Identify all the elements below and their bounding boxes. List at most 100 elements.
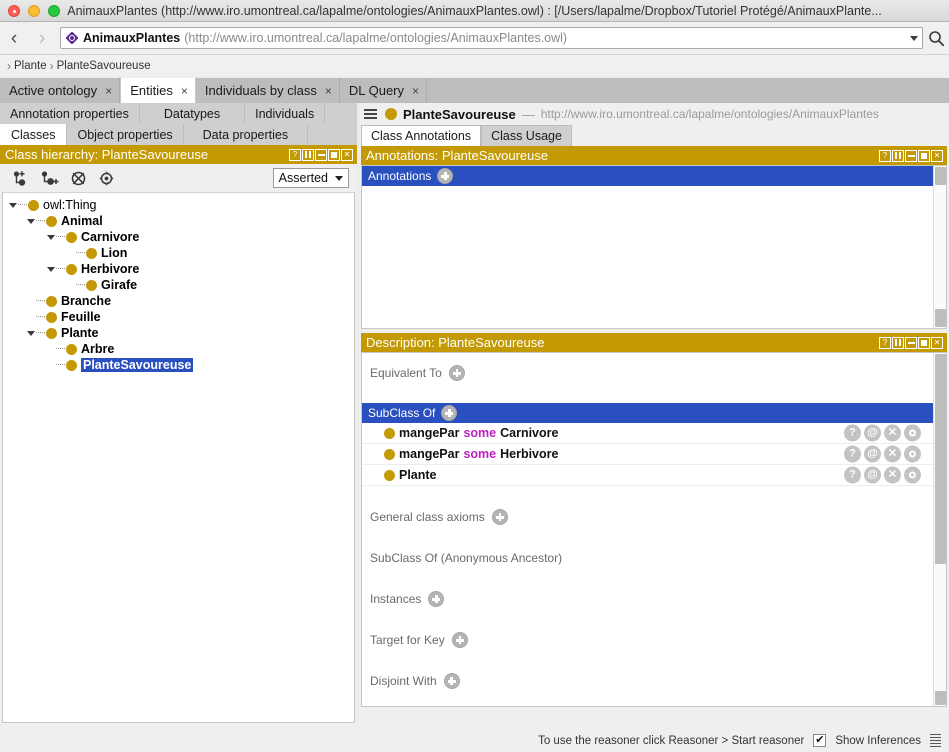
back-icon[interactable]: ‹	[0, 29, 28, 48]
help-icon[interactable]: ?	[879, 150, 891, 162]
close-panel-icon[interactable]: ✕	[931, 150, 943, 162]
add-disjoint-with-button[interactable]	[444, 673, 460, 689]
help-icon[interactable]: ?	[879, 337, 891, 349]
minimize-panel-icon[interactable]	[905, 337, 917, 349]
edit-axiom-icon[interactable]	[904, 446, 921, 463]
show-inferences-checkbox[interactable]: ✔	[813, 734, 826, 747]
subtab-object-properties[interactable]: Object properties	[67, 124, 183, 145]
annotations-body: Annotations	[361, 165, 947, 329]
explain-axiom-icon[interactable]: ?	[844, 446, 861, 463]
annotate-axiom-icon[interactable]: @	[864, 446, 881, 463]
expand-toggle-icon[interactable]	[7, 203, 18, 208]
expand-toggle-icon[interactable]	[25, 331, 36, 336]
section-equivalent-to[interactable]: Equivalent To	[362, 363, 933, 383]
annotate-axiom-icon[interactable]: @	[864, 425, 881, 442]
tab-dl-query[interactable]: DL Query ×	[340, 78, 427, 103]
tree-item-owl-thing[interactable]: owl:Thing	[3, 197, 354, 213]
maximize-panel-icon[interactable]	[918, 337, 930, 349]
section-subclass-of[interactable]: SubClass Of	[362, 403, 933, 423]
tree-item-carnivore[interactable]: Carnivore	[3, 229, 354, 245]
window-titlebar: AnimauxPlantes (http://www.iro.umontreal…	[0, 0, 949, 22]
section-general-class-axioms[interactable]: General class axioms	[362, 507, 933, 527]
log-lines-icon[interactable]	[930, 734, 941, 748]
close-icon[interactable]: ×	[412, 85, 419, 97]
forward-icon[interactable]: ›	[28, 29, 56, 48]
delete-axiom-icon[interactable]: ✕	[884, 425, 901, 442]
tree-item-arbre[interactable]: Arbre	[3, 341, 354, 357]
section-instances[interactable]: Instances	[362, 589, 933, 609]
explain-axiom-icon[interactable]: ?	[844, 467, 861, 484]
subtab-classes[interactable]: Classes	[0, 124, 67, 145]
annotate-axiom-icon[interactable]: @	[864, 467, 881, 484]
tree-item-branche[interactable]: Branche	[3, 293, 354, 309]
tree-item-feuille[interactable]: Feuille	[3, 309, 354, 325]
minimize-panel-icon[interactable]	[905, 150, 917, 162]
minimize-panel-icon[interactable]	[315, 149, 327, 161]
expand-toggle-icon[interactable]	[45, 267, 56, 272]
close-icon[interactable]: ×	[105, 85, 112, 97]
reasoner-view-select[interactable]: Asserted	[273, 168, 349, 188]
tab-class-annotations[interactable]: Class Annotations	[361, 125, 481, 146]
add-subclass-icon[interactable]	[8, 167, 36, 189]
chevron-down-icon[interactable]	[910, 36, 918, 41]
add-general-class-axiom-button[interactable]	[492, 509, 508, 525]
expand-toggle-icon[interactable]	[45, 235, 56, 240]
maximize-panel-icon[interactable]	[918, 150, 930, 162]
close-panel-icon[interactable]: ✕	[931, 337, 943, 349]
add-equivalent-to-button[interactable]	[449, 365, 465, 381]
delete-class-icon[interactable]	[64, 167, 92, 189]
tree-item-label: Girafe	[101, 278, 137, 292]
add-annotation-button[interactable]	[437, 168, 453, 184]
tree-item-animal[interactable]: Animal	[3, 213, 354, 229]
maximize-panel-icon[interactable]	[328, 149, 340, 161]
section-target-for-key[interactable]: Target for Key	[362, 630, 933, 650]
subtab-data-properties[interactable]: Data properties	[184, 124, 308, 145]
add-sibling-class-icon[interactable]	[36, 167, 64, 189]
hamburger-icon[interactable]	[364, 109, 377, 119]
tree-item-plante[interactable]: Plante	[3, 325, 354, 341]
tree-item-girafe[interactable]: Girafe	[3, 277, 354, 293]
delete-axiom-icon[interactable]: ✕	[884, 446, 901, 463]
annotations-scrollbar[interactable]	[933, 166, 946, 328]
add-subclass-of-button[interactable]	[441, 405, 457, 421]
tree-item-lion[interactable]: Lion	[3, 245, 354, 261]
tab-individuals-by-class[interactable]: Individuals by class ×	[196, 78, 340, 103]
split-icon[interactable]	[302, 149, 314, 161]
add-target-for-key-button[interactable]	[452, 632, 468, 648]
add-instance-button[interactable]	[428, 591, 444, 607]
section-disjoint-with[interactable]: Disjoint With	[362, 671, 933, 691]
maximize-window-button[interactable]	[48, 5, 60, 17]
breadcrumb-item-plante[interactable]: Plante	[14, 60, 47, 72]
search-icon[interactable]	[923, 30, 949, 47]
close-window-button[interactable]	[8, 5, 20, 17]
split-icon[interactable]	[892, 337, 904, 349]
expand-toggle-icon[interactable]	[25, 219, 36, 224]
subclass-axiom-row[interactable]: mangePar some Herbivore ? @ ✕	[362, 444, 933, 465]
delete-axiom-icon[interactable]: ✕	[884, 467, 901, 484]
target-entity-icon[interactable]	[92, 167, 120, 189]
subtab-datatypes[interactable]: Datatypes	[140, 103, 245, 124]
description-scrollbar[interactable]	[933, 353, 946, 706]
edit-axiom-icon[interactable]	[904, 425, 921, 442]
tree-item-herbivore[interactable]: Herbivore	[3, 261, 354, 277]
minimize-window-button[interactable]	[28, 5, 40, 17]
subtab-annotation-properties[interactable]: Annotation properties	[0, 103, 140, 124]
section-subclass-of-anonymous-ancestor[interactable]: SubClass Of (Anonymous Ancestor)	[362, 548, 933, 568]
tree-item-plantesavoureuse[interactable]: PlanteSavoureuse	[3, 357, 354, 373]
subtab-individuals[interactable]: Individuals	[245, 103, 325, 124]
subclass-axiom-row[interactable]: mangePar some Carnivore ? @ ✕	[362, 423, 933, 444]
split-icon[interactable]	[892, 150, 904, 162]
class-hierarchy-tree[interactable]: owl:Thing Animal Carnivore	[2, 192, 355, 723]
close-icon[interactable]: ×	[325, 85, 332, 97]
explain-axiom-icon[interactable]: ?	[844, 425, 861, 442]
tab-class-usage[interactable]: Class Usage	[481, 125, 572, 146]
subclass-axiom-row[interactable]: Plante ? @ ✕	[362, 465, 933, 486]
close-icon[interactable]: ×	[181, 85, 188, 97]
tab-entities[interactable]: Entities ×	[120, 78, 196, 103]
tab-active-ontology[interactable]: Active ontology ×	[0, 78, 120, 103]
edit-axiom-icon[interactable]	[904, 467, 921, 484]
help-icon[interactable]: ?	[289, 149, 301, 161]
ontology-url-field[interactable]: AnimauxPlantes (http://www.iro.umontreal…	[60, 27, 923, 49]
breadcrumb-item-plantesavoureuse[interactable]: PlanteSavoureuse	[57, 60, 151, 72]
close-panel-icon[interactable]: ✕	[341, 149, 353, 161]
